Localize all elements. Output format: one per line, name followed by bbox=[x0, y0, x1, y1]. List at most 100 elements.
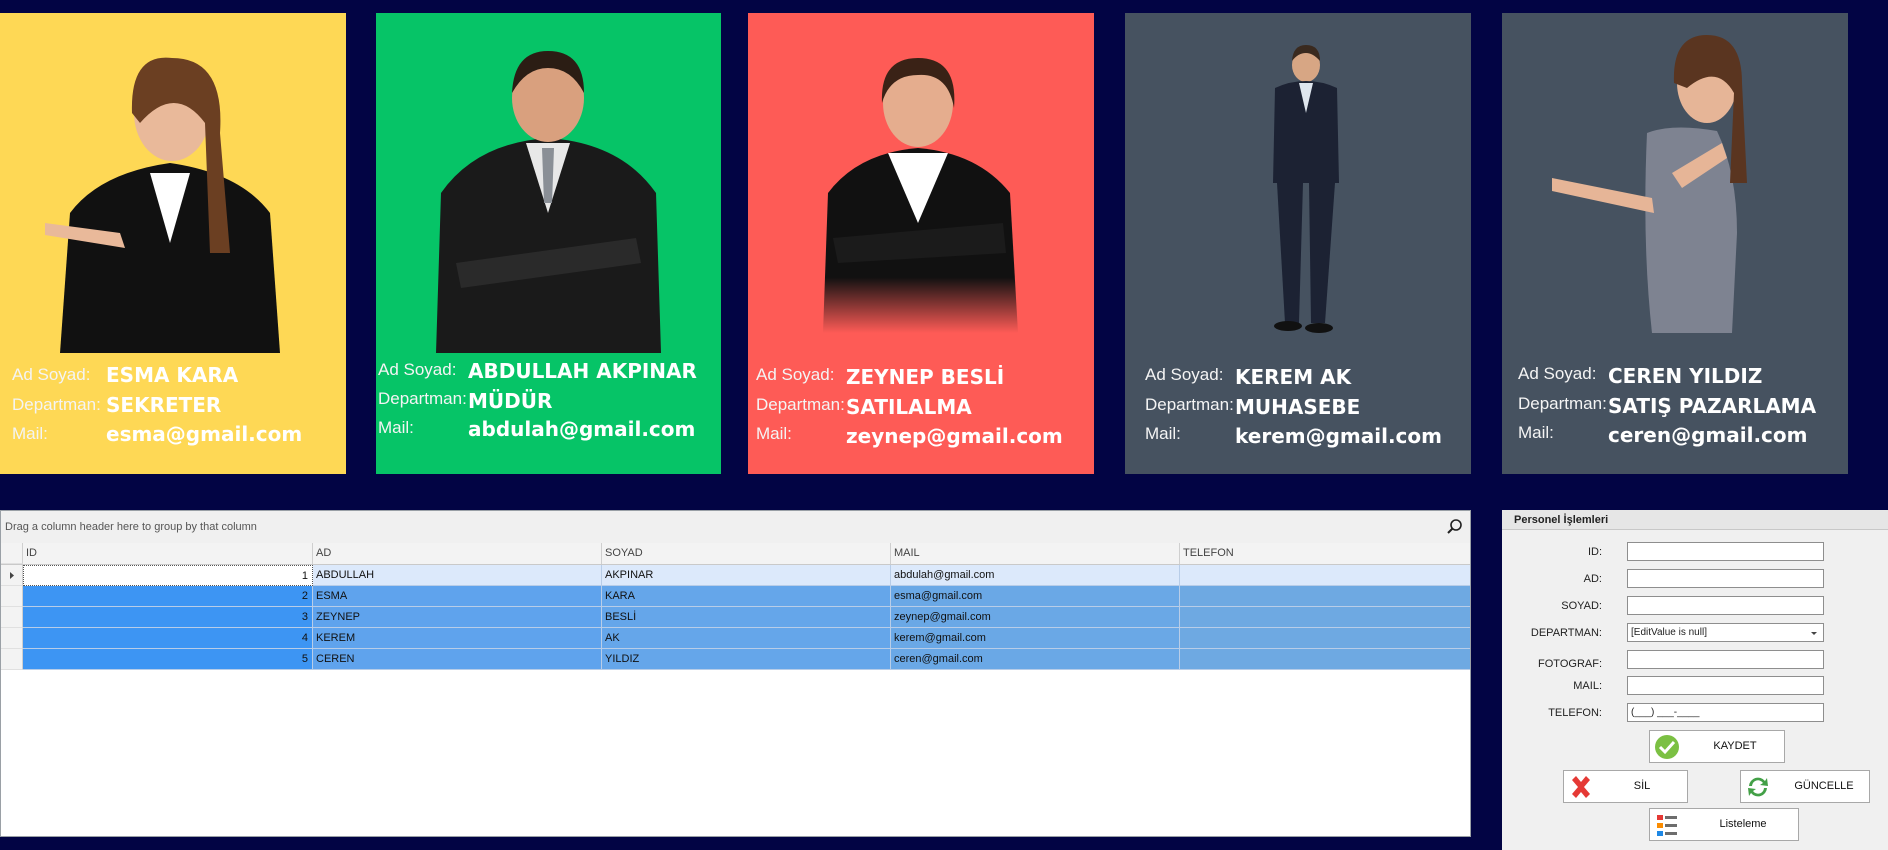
mail-label: Mail: bbox=[1145, 424, 1181, 443]
cell-soyad[interactable]: BESLİ bbox=[602, 607, 891, 628]
list-button[interactable]: Listeleme bbox=[1649, 808, 1799, 841]
mail-value: esma@gmail.com bbox=[106, 422, 303, 446]
employee-card-kerem: Ad Soyad: KEREM AK Departman: MUHASEBE M… bbox=[1125, 13, 1471, 474]
mail-value: abdulah@gmail.com bbox=[468, 417, 696, 441]
departman-dropdown-value: [EditValue is null] bbox=[1631, 627, 1707, 638]
cell-ad[interactable]: KEREM bbox=[313, 628, 602, 649]
column-header-id[interactable]: ID bbox=[23, 543, 313, 564]
fotograf-input[interactable] bbox=[1627, 650, 1824, 669]
mail-input[interactable] bbox=[1627, 676, 1824, 695]
cell-id[interactable]: 2 bbox=[23, 586, 313, 607]
ad-label: AD: bbox=[1583, 573, 1602, 585]
mail-value: kerem@gmail.com bbox=[1235, 424, 1442, 448]
cell-soyad[interactable]: KARA bbox=[602, 586, 891, 607]
department-value: SATILALMA bbox=[846, 395, 972, 419]
mail-label: MAIL: bbox=[1573, 680, 1602, 692]
cell-telefon[interactable] bbox=[1180, 628, 1470, 649]
table-row[interactable]: 5 CEREN YILDIZ ceren@gmail.com bbox=[1, 649, 1470, 670]
telefon-label: TELEFON: bbox=[1548, 707, 1602, 719]
departman-label: DEPARTMAN: bbox=[1530, 627, 1602, 639]
group-by-panel[interactable]: Drag a column header here to group by th… bbox=[1, 511, 1470, 544]
row-indicator bbox=[1, 628, 23, 649]
table-row[interactable]: 3 ZEYNEP BESLİ zeynep@gmail.com bbox=[1, 607, 1470, 628]
employee-card-zeynep: Ad Soyad: ZEYNEP BESLİ Departman: SATILA… bbox=[748, 13, 1094, 474]
cell-mail[interactable]: zeynep@gmail.com bbox=[891, 607, 1180, 628]
cell-telefon[interactable] bbox=[1180, 649, 1470, 670]
name-value: KEREM AK bbox=[1235, 365, 1352, 389]
row-indicator bbox=[1, 586, 23, 607]
cell-soyad[interactable]: AKPINAR bbox=[602, 565, 891, 586]
mail-label: Mail: bbox=[1518, 423, 1554, 442]
employee-photo bbox=[823, 58, 1018, 333]
table-row[interactable]: 1 ABDULLAH AKPINAR abdulah@gmail.com bbox=[1, 565, 1470, 586]
red-x-icon bbox=[1572, 776, 1590, 798]
column-header-ad[interactable]: AD bbox=[313, 543, 602, 564]
mail-label: Mail: bbox=[378, 418, 414, 437]
column-header-mail[interactable]: MAIL bbox=[891, 543, 1180, 564]
cell-telefon[interactable] bbox=[1180, 565, 1470, 586]
cell-soyad[interactable]: YILDIZ bbox=[602, 649, 891, 670]
cell-mail[interactable]: ceren@gmail.com bbox=[891, 649, 1180, 670]
name-value: ABDULLAH AKPINAR bbox=[468, 359, 697, 383]
department-value: SEKRETER bbox=[106, 393, 222, 417]
table-row[interactable]: 4 KEREM AK kerem@gmail.com bbox=[1, 628, 1470, 649]
department-value: MUHASEBE bbox=[1235, 395, 1361, 419]
ad-input[interactable] bbox=[1627, 569, 1824, 588]
department-value: SATIŞ PAZARLAMA bbox=[1608, 394, 1817, 418]
department-label: Departman: bbox=[378, 389, 467, 408]
cell-telefon[interactable] bbox=[1180, 586, 1470, 607]
grid-header: ID AD SOYAD MAIL TELEFON bbox=[1, 543, 1470, 565]
mail-value: zeynep@gmail.com bbox=[846, 424, 1063, 448]
name-value: CEREN YILDIZ bbox=[1608, 364, 1763, 388]
focused-row-arrow-icon bbox=[10, 572, 14, 579]
cell-ad[interactable]: CEREN bbox=[313, 649, 602, 670]
list-icon bbox=[1657, 815, 1677, 836]
cell-mail[interactable]: abdulah@gmail.com bbox=[891, 565, 1180, 586]
employee-photo bbox=[1273, 45, 1339, 333]
cell-id[interactable]: 3 bbox=[23, 607, 313, 628]
header-indicator-cell bbox=[1, 543, 23, 564]
employee-card-abdullah: Ad Soyad: ABDULLAH AKPINAR Departman: MÜ… bbox=[376, 13, 721, 474]
cell-id[interactable]: 1 bbox=[23, 565, 313, 586]
delete-button-label: SİL bbox=[1633, 780, 1651, 792]
department-label: Departman: bbox=[1518, 394, 1607, 413]
department-value: MÜDÜR bbox=[468, 389, 553, 413]
cell-ad[interactable]: ABDULLAH bbox=[313, 565, 602, 586]
employee-card-ceren: Ad Soyad: CEREN YILDIZ Departman: SATIŞ … bbox=[1502, 13, 1848, 474]
column-header-telefon[interactable]: TELEFON bbox=[1180, 543, 1470, 564]
departman-dropdown[interactable]: [EditValue is null] bbox=[1627, 623, 1824, 642]
delete-button[interactable]: SİL bbox=[1563, 770, 1688, 803]
fotograf-label: FOTOGRAF: bbox=[1538, 658, 1602, 670]
personnel-grid[interactable]: Drag a column header here to group by th… bbox=[0, 510, 1471, 837]
cell-mail[interactable]: kerem@gmail.com bbox=[891, 628, 1180, 649]
cell-soyad[interactable]: AK bbox=[602, 628, 891, 649]
panel-title: Personel İşlemleri bbox=[1502, 510, 1888, 530]
cell-mail[interactable]: esma@gmail.com bbox=[891, 586, 1180, 607]
cell-ad[interactable]: ZEYNEP bbox=[313, 607, 602, 628]
column-header-soyad[interactable]: SOYAD bbox=[602, 543, 891, 564]
mail-value: ceren@gmail.com bbox=[1608, 423, 1808, 447]
chevron-down-icon[interactable] bbox=[1809, 628, 1819, 638]
row-indicator bbox=[1, 607, 23, 628]
name-label: Ad Soyad: bbox=[1518, 364, 1597, 383]
save-button[interactable]: KAYDET bbox=[1649, 730, 1785, 763]
employee-card-esma: Ad Soyad: ESMA KARA Departman: SEKRETER … bbox=[0, 13, 346, 474]
name-label: Ad Soyad: bbox=[756, 365, 835, 384]
cell-telefon[interactable] bbox=[1180, 607, 1470, 628]
cell-id[interactable]: 4 bbox=[23, 628, 313, 649]
cell-ad[interactable]: ESMA bbox=[313, 586, 602, 607]
search-icon[interactable] bbox=[1446, 518, 1464, 536]
mail-label: Mail: bbox=[756, 424, 792, 443]
id-input[interactable] bbox=[1627, 542, 1824, 561]
telefon-input[interactable]: (___) ___-____ bbox=[1627, 703, 1824, 722]
table-row[interactable]: 2 ESMA KARA esma@gmail.com bbox=[1, 586, 1470, 607]
name-value: ESMA KARA bbox=[106, 363, 239, 387]
refresh-icon bbox=[1748, 777, 1768, 797]
name-label: Ad Soyad: bbox=[378, 360, 457, 379]
id-label: ID: bbox=[1587, 546, 1602, 558]
soyad-input[interactable] bbox=[1627, 596, 1824, 615]
cell-id[interactable]: 5 bbox=[23, 649, 313, 670]
name-label: Ad Soyad: bbox=[1145, 365, 1224, 384]
employee-photo bbox=[45, 57, 280, 353]
update-button[interactable]: GÜNCELLE bbox=[1740, 770, 1870, 803]
